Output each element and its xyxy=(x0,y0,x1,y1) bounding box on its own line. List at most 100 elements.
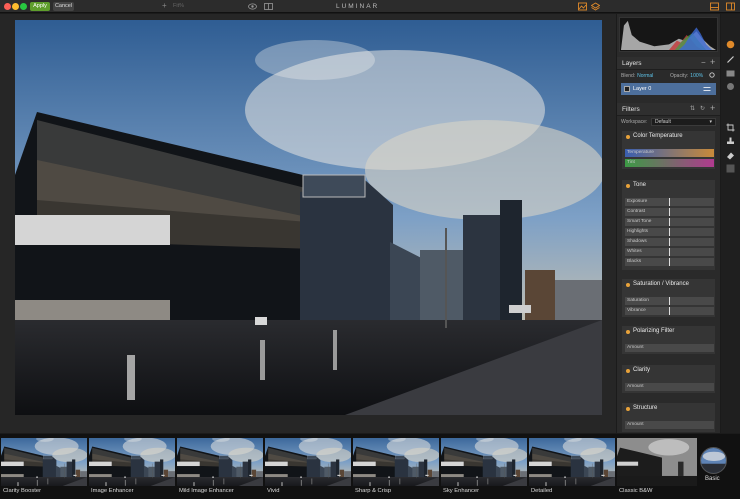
sort-icon[interactable]: ⇅ xyxy=(690,105,695,112)
gear-icon[interactable] xyxy=(709,72,715,78)
crop-icon[interactable] xyxy=(726,123,735,132)
stamp-icon[interactable] xyxy=(726,137,735,146)
preset-item[interactable]: Mild Image Enhancer xyxy=(177,438,263,498)
brush-icon[interactable] xyxy=(726,55,735,64)
amount-slider[interactable]: Amount xyxy=(625,344,714,352)
vibrance-slider[interactable]: Vibrance xyxy=(625,307,714,315)
blacks-slider[interactable]: Blacks xyxy=(625,258,714,266)
preset-item[interactable]: Detailed xyxy=(529,438,615,498)
preset-thumbnail xyxy=(89,438,175,486)
reset-icon[interactable]: ↻ xyxy=(700,105,705,112)
layer-options-icon[interactable] xyxy=(703,86,711,92)
texture-icon[interactable] xyxy=(726,164,735,173)
filters-header: Filters ⇅ ↻ + xyxy=(617,103,720,116)
workspace-value: Default xyxy=(655,119,671,125)
layer-row[interactable]: Layer 0 xyxy=(621,83,716,95)
workspace-select[interactable]: Default ▾ xyxy=(651,118,716,126)
zoom-in-button[interactable]: + xyxy=(162,1,167,10)
shadows-slider[interactable]: Shadows xyxy=(625,238,714,246)
filter-dot-icon xyxy=(626,184,630,188)
chevron-down-icon: ▾ xyxy=(709,119,712,125)
smart-tone-slider[interactable]: Smart Tone xyxy=(625,218,714,226)
opacity-value[interactable]: 100% xyxy=(690,73,703,79)
slider-label: Contrast xyxy=(627,209,646,214)
add-layer-icon[interactable]: + xyxy=(710,57,715,67)
preset-label: Image Enhancer xyxy=(91,488,134,494)
preset-thumbnail xyxy=(529,438,615,486)
eraser-icon[interactable] xyxy=(726,151,735,160)
blend-mode-select[interactable]: Normal xyxy=(637,73,653,79)
filter-header[interactable]: Structure xyxy=(622,403,717,415)
title-bar: Apply Cancel + Fit% LUMINAR xyxy=(0,0,740,13)
saturation-slider[interactable]: Saturation xyxy=(625,297,714,305)
slider-knob[interactable] xyxy=(669,198,670,206)
temperature-slider[interactable]: Temperature xyxy=(625,149,714,157)
preset-label: Clarity Booster xyxy=(3,488,42,494)
exposure-slider[interactable]: Exposure xyxy=(625,198,714,206)
slider-label: Whites xyxy=(627,249,642,254)
contrast-slider[interactable]: Contrast xyxy=(625,208,714,216)
slider-label: Amount xyxy=(627,345,644,350)
filters-title: Filters xyxy=(622,106,640,113)
slider-knob[interactable] xyxy=(669,307,670,315)
slider-label: Exposure xyxy=(627,199,648,204)
preset-item[interactable]: Sharp & Crisp xyxy=(353,438,439,498)
workspace-label: Workspace: xyxy=(621,119,648,125)
palette-icon[interactable] xyxy=(726,40,735,49)
sidebar-toggle-icon[interactable] xyxy=(726,2,735,11)
zoom-window-button[interactable] xyxy=(20,3,27,10)
close-window-button[interactable] xyxy=(4,3,11,10)
slider-knob[interactable] xyxy=(669,238,670,246)
layers-icon[interactable] xyxy=(591,2,600,11)
filter-title: Clarity xyxy=(633,367,651,373)
slider-knob[interactable] xyxy=(669,228,670,236)
slider-label: Saturation xyxy=(627,298,649,303)
filter-header[interactable]: Tone xyxy=(622,180,717,192)
preset-item[interactable]: Clarity Booster xyxy=(1,438,87,498)
slider-label: Temperature xyxy=(627,150,654,155)
radial-icon[interactable] xyxy=(726,82,735,91)
slider-knob[interactable] xyxy=(669,218,670,226)
slider-knob[interactable] xyxy=(669,258,670,266)
filter-title: Structure xyxy=(633,405,658,411)
slider-knob[interactable] xyxy=(669,208,670,216)
filter-header[interactable]: Polarizing Filter xyxy=(622,326,717,338)
histogram-icon xyxy=(619,17,718,52)
image-icon[interactable] xyxy=(578,2,587,11)
blend-row: Blend: Normal xyxy=(621,72,653,79)
cancel-button[interactable]: Cancel xyxy=(53,2,74,11)
slider-knob[interactable] xyxy=(669,248,670,256)
preset-label: Classic B&W xyxy=(619,488,653,494)
panel-toggle-icon[interactable] xyxy=(710,2,719,11)
highlights-slider[interactable]: Highlights xyxy=(625,228,714,236)
preset-thumbnail xyxy=(177,438,263,486)
gradient-icon[interactable] xyxy=(726,69,735,78)
tint-slider[interactable]: Tint xyxy=(625,159,714,167)
preset-item[interactable]: Image Enhancer xyxy=(89,438,175,498)
apply-button[interactable]: Apply xyxy=(30,2,50,11)
compare-icon[interactable] xyxy=(264,3,273,10)
zoom-level[interactable]: Fit% xyxy=(173,3,184,9)
filter-dot-icon xyxy=(626,369,630,373)
preset-label: Mild Image Enhancer xyxy=(179,488,234,494)
main-photo[interactable] xyxy=(15,20,602,415)
add-filter-icon[interactable]: + xyxy=(710,103,715,113)
minimize-window-button[interactable] xyxy=(12,3,19,10)
preset-category-button[interactable] xyxy=(700,447,727,474)
opacity-label: Opacity: xyxy=(670,73,689,79)
eye-icon[interactable] xyxy=(248,3,257,10)
filter-title: Tone xyxy=(633,182,647,188)
preset-item[interactable]: Vivid xyxy=(265,438,351,498)
opacity-row: Opacity: 100% xyxy=(670,72,703,79)
filter-header[interactable]: Clarity xyxy=(622,365,717,377)
amount-slider[interactable]: Amount xyxy=(625,383,714,391)
slider-knob[interactable] xyxy=(669,297,670,305)
collapse-layer-icon[interactable]: − xyxy=(701,58,706,67)
amount-slider[interactable]: Amount xyxy=(625,421,714,429)
preset-item[interactable]: Sky Enhancer xyxy=(441,438,527,498)
preset-thumbnail xyxy=(353,438,439,486)
preset-item[interactable]: Classic B&W xyxy=(617,438,697,498)
filter-header[interactable]: Saturation / Vibrance xyxy=(622,279,717,291)
whites-slider[interactable]: Whites xyxy=(625,248,714,256)
filter-header[interactable]: Color Temperature xyxy=(622,131,717,143)
